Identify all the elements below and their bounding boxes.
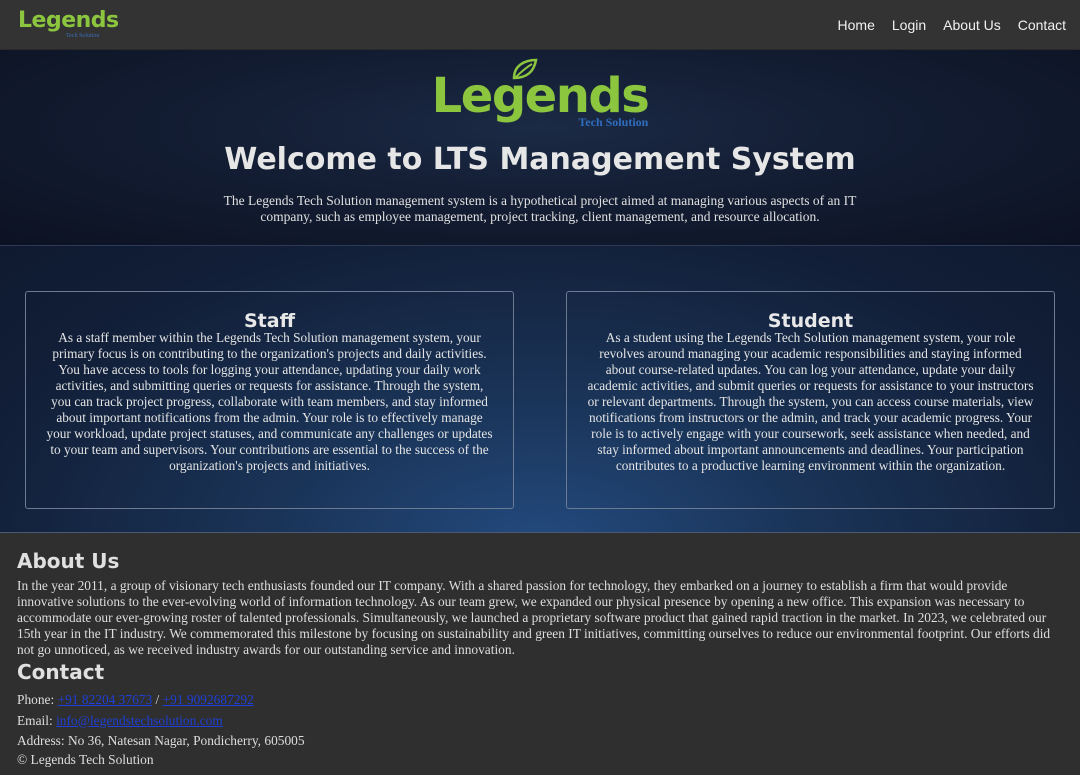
phone-link-1[interactable]: +91 82204 37673 xyxy=(58,692,153,707)
nav-link-contact[interactable]: Contact xyxy=(1018,17,1066,33)
staff-card-text: As a staff member within the Legends Tec… xyxy=(46,330,493,473)
navbar: Legends Tech Solution Home Login About U… xyxy=(0,0,1080,50)
copyright-text: © Legends Tech Solution xyxy=(17,751,154,767)
nav-link-about-us[interactable]: About Us xyxy=(943,17,1001,33)
page-title: Welcome to LTS Management System xyxy=(224,142,856,177)
hero-logo-subtitle: Tech Solution xyxy=(578,115,649,129)
staff-card: Staff As a staff member within the Legen… xyxy=(25,291,514,509)
contact-heading: Contact xyxy=(17,660,105,684)
student-card-text: As a student using the Legends Tech Solu… xyxy=(587,330,1034,473)
phone-row: Phone: +91 82204 37673 / +91 9092687292 xyxy=(17,690,1063,711)
info-section: About Us In the year 2011, a group of vi… xyxy=(0,533,1080,768)
student-card: Student As a student using the Legends T… xyxy=(566,291,1055,509)
student-card-title: Student xyxy=(767,310,854,332)
about-us-text: In the year 2011, a group of visionary t… xyxy=(17,578,1051,657)
leaf-icon xyxy=(512,58,538,80)
nav-logo-subtitle: Tech Solution xyxy=(66,33,100,39)
phone-separator: / xyxy=(155,692,160,707)
staff-card-title: Staff xyxy=(244,310,295,332)
nav-logo[interactable]: Legends Tech Solution xyxy=(18,8,119,40)
nav-link-login[interactable]: Login xyxy=(892,17,926,33)
email-row: Email: info@legendstechsolution.com xyxy=(17,711,1063,732)
phone-link-2[interactable]: +91 9092687292 xyxy=(163,692,254,707)
hero-logo: Legends Tech Solution xyxy=(431,58,650,129)
nav-links: Home Login About Us Contact xyxy=(838,17,1066,33)
hero-logo-text: Legends xyxy=(431,68,650,124)
hero-description: The Legends Tech Solution management sys… xyxy=(223,193,857,224)
nav-link-home[interactable]: Home xyxy=(838,17,875,33)
email-label: Email: xyxy=(17,712,53,728)
roles-section: Staff As a staff member within the Legen… xyxy=(0,246,1080,533)
nav-logo-text: Legends xyxy=(18,8,119,33)
address-text: Address: No 36, Natesan Nagar, Pondicher… xyxy=(17,733,305,748)
hero-section: Legends Tech Solution Welcome to LTS Man… xyxy=(0,50,1080,246)
phone-label: Phone: xyxy=(17,692,55,707)
email-link[interactable]: info@legendstechsolution.com xyxy=(56,713,223,728)
about-us-heading: About Us xyxy=(17,549,120,573)
